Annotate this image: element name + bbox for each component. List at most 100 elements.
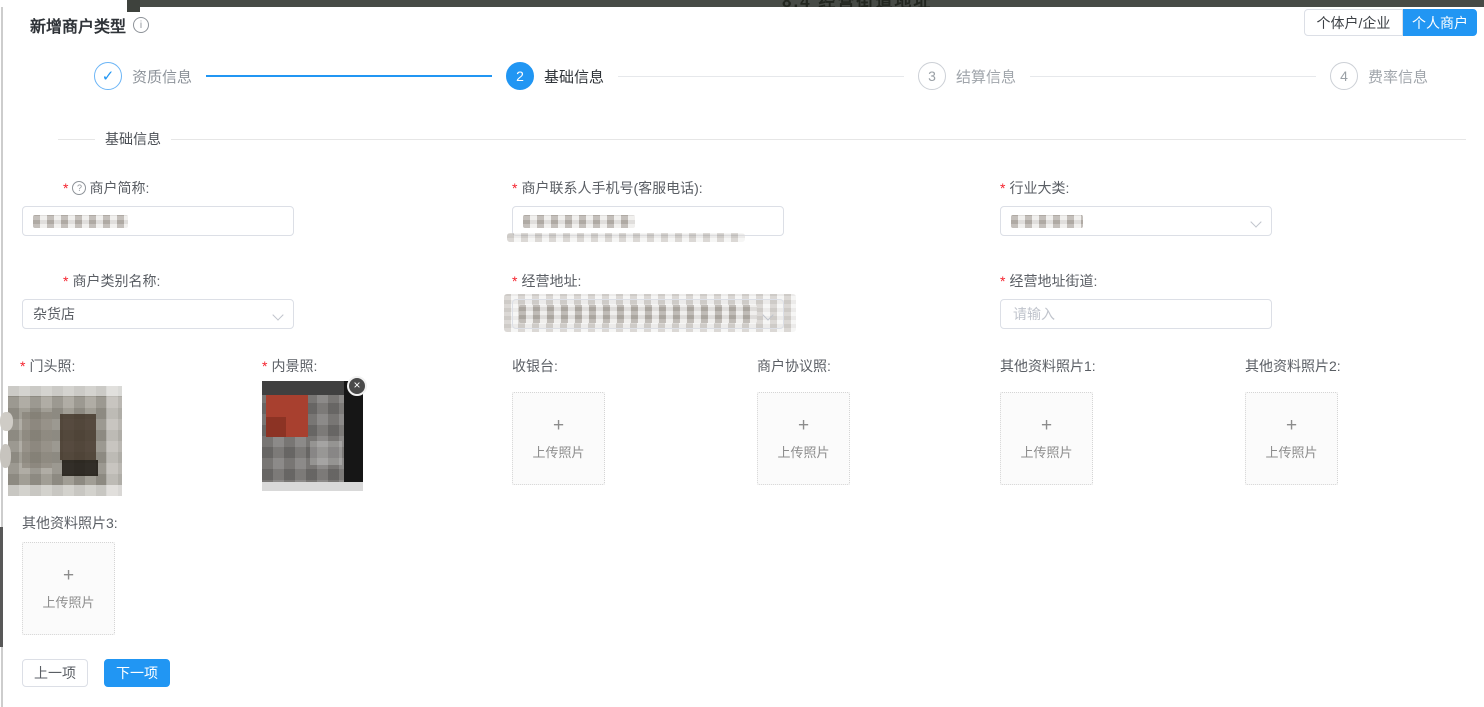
label-business-street: * 经营地址街道: [1000, 271, 1097, 290]
step-label: 资质信息 [132, 66, 192, 87]
remove-photo-button[interactable]: × [347, 376, 367, 396]
step-connector [618, 76, 904, 77]
label-door-photo: * 门头照: [20, 356, 75, 375]
step-number-circle: 3 [918, 62, 946, 90]
page-title: 新增商户类型 i [30, 13, 149, 37]
upload-other-photo-1[interactable]: + 上传照片 [1000, 392, 1093, 485]
upload-text: 上传照片 [532, 442, 584, 461]
background-window-stub [127, 0, 140, 12]
redacted-smear [507, 233, 745, 242]
wizard-steps: ✓ 资质信息 2 基础信息 3 结算信息 4 费率信息 [94, 61, 1428, 91]
upload-text: 上传照片 [777, 442, 829, 461]
label-other-photo-2: 其他资料照片2: [1245, 356, 1341, 375]
required-asterisk: * [63, 273, 68, 289]
merchant-type-switch: 个体户/企业 个人商户 [1304, 9, 1477, 36]
chevron-down-icon [762, 309, 773, 320]
divider-line [171, 139, 1466, 140]
redacted-value [523, 215, 635, 228]
plus-icon: + [63, 566, 74, 585]
label-merchant-category-name: * 商户类别名称: [63, 271, 160, 290]
step-connector [1030, 76, 1316, 77]
step-label: 基础信息 [544, 66, 604, 87]
label-text: 其他资料照片2: [1245, 356, 1341, 376]
background-window-strip: 8.4 经营街道地址 [127, 0, 1484, 7]
required-asterisk: * [1000, 180, 1005, 196]
label-industry-category: * 行业大类: [1000, 178, 1069, 197]
plus-icon: + [798, 416, 809, 435]
contact-phone-input[interactable] [512, 206, 784, 236]
label-text: 经营地址: [521, 271, 581, 291]
divider-line [58, 139, 95, 140]
step-connector-done [206, 75, 492, 77]
label-business-address: * 经营地址: [512, 271, 581, 290]
check-circle-icon: ✓ [94, 62, 122, 90]
upload-cashier-photo[interactable]: + 上传照片 [512, 392, 605, 485]
label-text: 商户联系人手机号(客服电话): [521, 178, 702, 198]
label-text: 内景照: [271, 356, 317, 376]
label-text: 商户类别名称: [72, 271, 160, 291]
step-number-circle: 2 [506, 62, 534, 90]
plus-icon: + [1041, 416, 1052, 435]
label-merchant-short-name: * ? 商户简称: [63, 178, 149, 197]
window-left-border-dark-segment [0, 527, 3, 647]
type-button-personal[interactable]: 个人商户 [1403, 9, 1477, 36]
select-value: 杂货店 [33, 304, 283, 324]
upload-other-photo-2[interactable]: + 上传照片 [1245, 392, 1338, 485]
step-rate-info[interactable]: 4 费率信息 [1330, 62, 1428, 90]
upload-agreement-photo[interactable]: + 上传照片 [757, 392, 850, 485]
business-street-field [1000, 299, 1272, 329]
label-text: 商户简称: [89, 178, 149, 198]
step-settlement-info[interactable]: 3 结算信息 [918, 62, 1016, 90]
interior-photo-thumbnail[interactable] [262, 381, 363, 491]
required-asterisk: * [20, 358, 25, 374]
plus-icon: + [1286, 416, 1297, 435]
photo-edge-artifact [0, 444, 11, 468]
label-text: 其他资料照片1: [1000, 356, 1096, 376]
redacted-value [33, 215, 128, 228]
merchant-form-page: 8.4 经营街道地址 新增商户类型 i 个体户/企业 个人商户 ✓ 资质信息 2… [0, 0, 1484, 707]
required-asterisk: * [1000, 273, 1005, 289]
upload-other-photo-3[interactable]: + 上传照片 [22, 542, 115, 635]
section-divider: 基础信息 [58, 129, 1466, 149]
step-basic-info[interactable]: 2 基础信息 [506, 62, 604, 90]
merchant-short-name-input[interactable] [22, 206, 294, 236]
label-interior-photo: * 内景照: [262, 356, 317, 375]
step-label: 费率信息 [1368, 66, 1428, 87]
type-button-company[interactable]: 个体户/企业 [1304, 9, 1403, 36]
step-qualification-info[interactable]: ✓ 资质信息 [94, 62, 192, 90]
photo-edge-artifact [0, 412, 13, 431]
label-contact-phone: * 商户联系人手机号(客服电话): [512, 178, 703, 197]
required-asterisk: * [262, 358, 267, 374]
chevron-down-icon [1250, 216, 1261, 227]
section-title: 基础信息 [105, 129, 161, 149]
upload-text: 上传照片 [1020, 442, 1072, 461]
upload-text: 上传照片 [1265, 442, 1317, 461]
label-cashier-photo: 收银台: [512, 356, 558, 375]
upload-text: 上传照片 [42, 592, 94, 611]
industry-category-select[interactable] [1000, 206, 1272, 236]
step-label: 结算信息 [956, 66, 1016, 87]
info-circle-icon[interactable]: i [133, 17, 149, 33]
label-text: 其他资料照片3: [22, 513, 118, 533]
next-step-button[interactable]: 下一项 [104, 659, 170, 687]
label-text: 经营地址街道: [1009, 271, 1097, 291]
required-asterisk: * [512, 273, 517, 289]
label-text: 门头照: [29, 356, 75, 376]
plus-icon: + [553, 416, 564, 435]
page-title-text: 新增商户类型 [30, 13, 126, 37]
label-text: 行业大类: [1009, 178, 1069, 198]
redacted-value [519, 305, 757, 323]
previous-step-button[interactable]: 上一项 [22, 659, 88, 687]
door-photo-thumbnail[interactable] [8, 386, 122, 496]
label-other-photo-3: 其他资料照片3: [22, 513, 118, 532]
required-asterisk: * [63, 180, 68, 196]
label-agreement-photo: 商户协议照: [757, 356, 831, 375]
business-address-cascader[interactable] [512, 299, 784, 329]
required-asterisk: * [512, 180, 517, 196]
street-input[interactable] [1011, 305, 1261, 323]
help-question-icon[interactable]: ? [72, 181, 86, 195]
label-text: 收银台: [512, 356, 558, 376]
label-other-photo-1: 其他资料照片1: [1000, 356, 1096, 375]
label-text: 商户协议照: [757, 356, 831, 376]
merchant-category-select[interactable]: 杂货店 [22, 299, 294, 329]
